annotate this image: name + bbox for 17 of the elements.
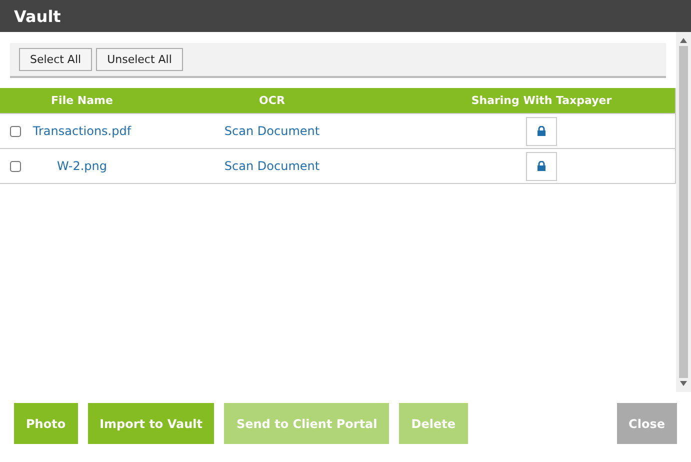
share-button[interactable] [526,116,557,146]
file-link[interactable]: Transactions.pdf [28,124,136,138]
column-header: OCR [258,94,286,107]
share-button[interactable] [526,152,557,180]
scroll-down-icon[interactable] [680,381,687,386]
file-link[interactable]: W-2.png [28,159,136,173]
window-title: Vault [0,0,691,32]
scan-link[interactable]: Scan Document [136,124,408,138]
toolbar-button[interactable]: Unselect All [96,48,183,71]
row-checkbox[interactable] [10,126,21,136]
column-header: File Name [50,94,114,107]
scan-link[interactable]: Scan Document [136,159,408,173]
column-header: Sharing With Taxpayer [470,94,613,107]
scroll-up-icon[interactable] [680,38,687,43]
toolbar-button[interactable]: Select All [19,48,92,71]
row-checkbox[interactable] [10,160,21,172]
scrollbar[interactable] [676,32,691,392]
